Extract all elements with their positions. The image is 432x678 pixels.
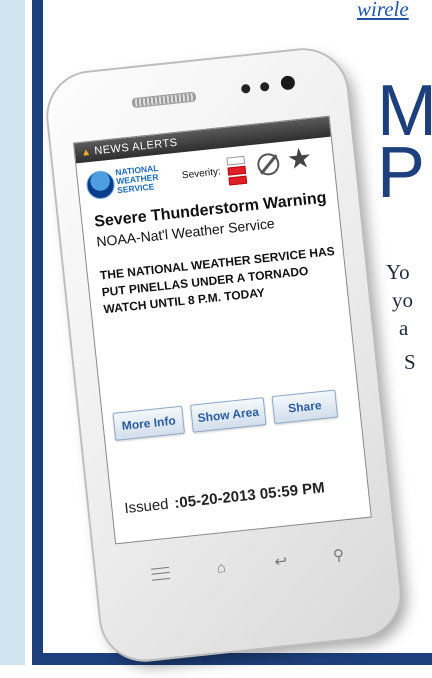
back-icon[interactable]: ↩ <box>270 553 291 571</box>
page-title: M P <box>377 75 432 209</box>
body-text-line4: S <box>404 350 416 374</box>
body-text-line2: yo <box>392 288 413 312</box>
issued-value: :05-20-2013 05:59 PM <box>173 479 326 512</box>
sensor-dot <box>240 83 251 94</box>
sensor-dot <box>259 81 270 92</box>
more-info-button[interactable]: More Info <box>112 405 185 441</box>
no-symbol-icon[interactable] <box>256 152 281 177</box>
page-title-line2: P <box>377 133 425 213</box>
side-band <box>0 0 25 678</box>
home-icon[interactable]: ⌂ <box>211 559 232 577</box>
severity-meter <box>226 155 248 186</box>
show-area-button[interactable]: Show Area <box>190 397 267 433</box>
severity-label: Severity: <box>181 166 222 182</box>
header-link[interactable]: wirele <box>357 0 409 22</box>
alert-body: THE NATIONAL WEATHER SERVICE HAS PUT PIN… <box>99 243 336 317</box>
share-button[interactable]: Share <box>271 389 339 425</box>
star-icon[interactable]: ★ <box>285 142 313 175</box>
menu-icon[interactable] <box>150 566 172 583</box>
phone-screen: ▲ NEWS ALERTS NATIONAL WEATHER SERVICE Se… <box>72 115 372 545</box>
body-text-line3: a <box>399 316 409 340</box>
nws-logo-text: NATIONAL WEATHER SERVICE <box>114 162 159 196</box>
page-bottom-margin <box>0 665 432 678</box>
severity-level-filled <box>227 165 247 176</box>
body-text-line1: Yo <box>386 260 410 284</box>
warning-triangle-icon: ▲ <box>80 146 93 159</box>
smartphone: ▲ NEWS ALERTS NATIONAL WEATHER SERVICE Se… <box>43 45 405 665</box>
severity-level-filled <box>228 175 248 186</box>
issued-timestamp: Issued:05-20-2013 05:59 PM <box>124 479 326 517</box>
search-icon[interactable]: ⚲ <box>328 547 349 565</box>
severity-level-empty <box>226 155 246 166</box>
noaa-logo <box>85 169 116 201</box>
front-camera <box>280 75 296 91</box>
frame-border-left <box>32 0 43 665</box>
issued-label: Issued <box>123 495 170 518</box>
frame-border-bottom <box>32 653 432 665</box>
speaker-grille <box>131 91 197 109</box>
